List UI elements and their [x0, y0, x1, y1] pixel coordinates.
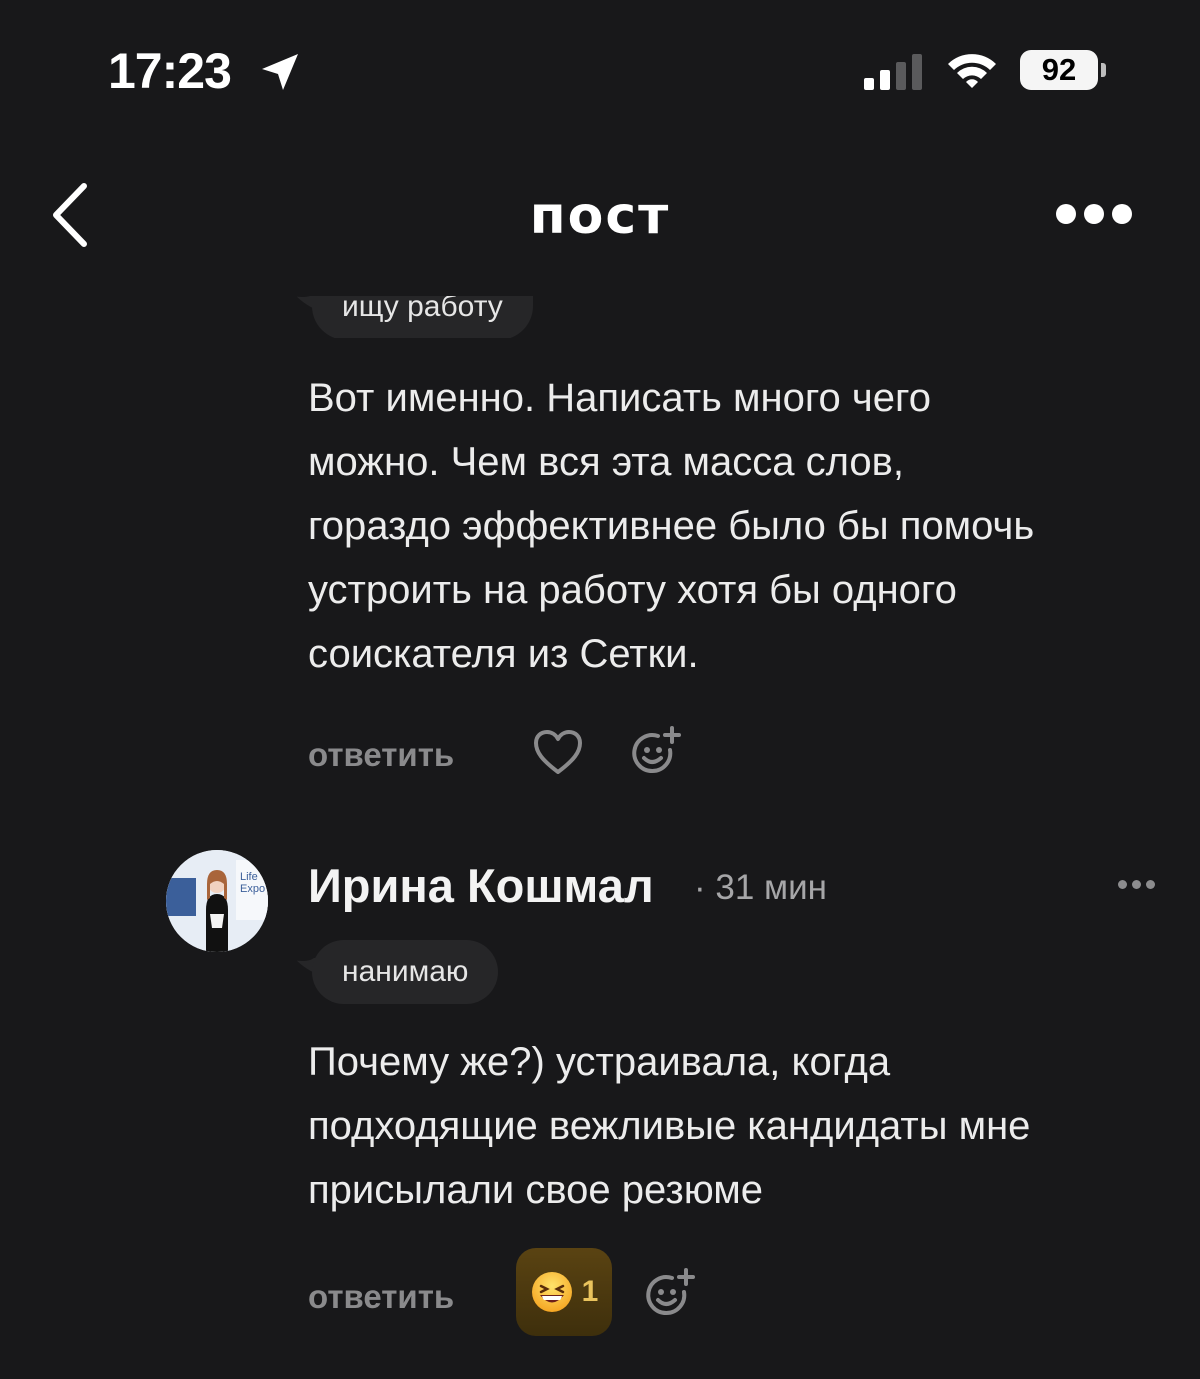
comment-body: Вот именно. Написать много чего можно. Ч… [308, 366, 1178, 686]
comment-line: присылали свое резюме [308, 1168, 764, 1212]
avatar-photo: Life Expo [166, 850, 268, 952]
wifi-icon [948, 54, 996, 88]
heart-icon[interactable] [532, 728, 584, 776]
avatar-logo-text: Expo [240, 883, 265, 895]
dot [1112, 204, 1132, 224]
dot [1146, 880, 1155, 889]
comment-more-icon[interactable] [1118, 880, 1155, 889]
avatar-logo-text: Life [240, 871, 258, 883]
comment-line: соискателя из Сетки. [308, 632, 699, 676]
page-title: пост [529, 186, 671, 246]
status-time: 17:23 [108, 43, 232, 99]
dot [1118, 880, 1127, 889]
battery-indicator: 92 [1020, 50, 1098, 90]
chevron-left-icon[interactable] [50, 182, 90, 248]
grinning-squinting-face-icon [531, 1272, 572, 1312]
comment-line: гораздо эффективнее было бы помочь [308, 504, 1035, 548]
comment-line: Почему же?) устраивала, когда [308, 1040, 891, 1084]
author-name[interactable]: Ирина Кошмал [308, 858, 654, 913]
reply-button[interactable]: ответить [308, 736, 454, 774]
comment-line: устроить на работу хотя бы одного [308, 568, 957, 612]
avatar[interactable]: Life Expo [166, 850, 268, 952]
comment-line: подходящие вежливые кандидаты мне [308, 1104, 1031, 1148]
dot [1084, 204, 1104, 224]
add-reaction-icon[interactable] [644, 1268, 696, 1320]
dot [1132, 880, 1141, 889]
reaction-chip[interactable]: 1 [516, 1248, 612, 1336]
reaction-count: 1 [581, 1275, 599, 1308]
battery-tip [1101, 63, 1106, 77]
comment-line: Вот именно. Написать много чего [308, 376, 931, 420]
more-horizontal-icon[interactable] [1056, 204, 1132, 224]
add-reaction-icon[interactable] [630, 726, 682, 778]
cellular-signal-icon [864, 54, 922, 90]
comment-line: можно. Чем вся эта масса слов, [308, 440, 904, 484]
comment-tag[interactable]: нанимаю [312, 940, 499, 1004]
dot [1056, 204, 1076, 224]
location-arrow-icon [262, 54, 298, 90]
comment-body: Почему же?) устраивала, когда подходящие… [308, 1030, 1178, 1222]
scroll-clip-edge [290, 276, 610, 296]
reply-button[interactable]: ответить [308, 1278, 454, 1316]
comment-time: · 31 мин [694, 868, 827, 907]
